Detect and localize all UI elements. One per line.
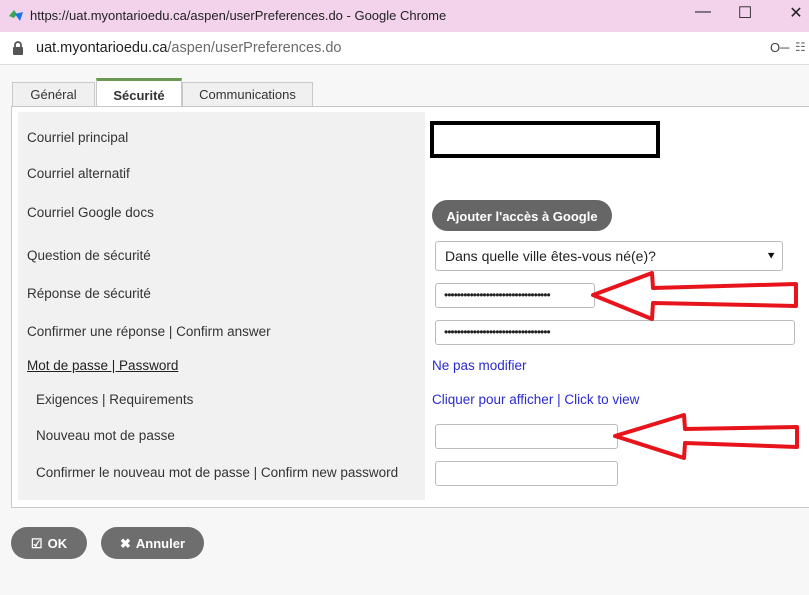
ok-label: OK [47, 536, 68, 551]
security-answer-label: Réponse de sécurité [27, 286, 151, 301]
confirm-new-password-label: Confirmer le nouveau mot de passe | Conf… [36, 465, 399, 480]
new-password-label: Nouveau mot de passe [36, 428, 175, 443]
tab-general[interactable]: Général [12, 82, 95, 106]
primary-email-redacted [430, 121, 660, 158]
tab-communications[interactable]: Communications [182, 82, 313, 106]
primary-email-label: Courriel principal [27, 130, 129, 145]
key-icon[interactable]: O─ [770, 40, 789, 55]
google-docs-email-label: Courriel Google docs [27, 205, 154, 220]
maximize-button[interactable]: ☐ [730, 3, 760, 23]
close-button[interactable]: ✕ [781, 3, 809, 23]
alternate-email-label: Courriel alternatif [27, 166, 130, 181]
url-path: /aspen/userPreferences.do [167, 40, 342, 56]
security-question-label: Question de sécurité [27, 248, 151, 263]
confirm-answer-label: Confirmer une réponse | Confirm answer [27, 324, 271, 339]
add-google-access-button[interactable]: Ajouter l'accès à Google [432, 200, 612, 231]
password-label[interactable]: Mot de passe | Password [27, 358, 178, 373]
confirm-answer-input[interactable]: ••••••••••••••••••••••••••••••••• [435, 320, 795, 345]
checkbox-icon: ☑ [30, 536, 43, 551]
address-bar[interactable]: uat.myontarioedu.ca/aspen/userPreference… [0, 32, 809, 65]
new-password-input[interactable] [435, 424, 618, 449]
minimize-button[interactable]: — [688, 3, 718, 21]
confirm-new-password-input[interactable] [435, 461, 618, 486]
extension-icon[interactable]: ☷ [795, 40, 806, 54]
red-arrow-annotation [591, 271, 798, 321]
security-question-select[interactable]: Dans quelle ville êtes-vous né(e)? ⯆ [435, 241, 783, 271]
tab-securite[interactable]: Sécurité [96, 78, 182, 109]
url-domain: uat.myontarioedu.ca [36, 40, 168, 56]
requirements-label: Exigences | Requirements [36, 392, 194, 407]
red-arrow-annotation [613, 413, 799, 460]
close-icon: ✖ [119, 536, 131, 551]
requirements-view-link[interactable]: Cliquer pour afficher | Click to view [432, 392, 639, 407]
cancel-button[interactable]: ✖ Annuler [101, 527, 204, 559]
security-answer-input[interactable]: ••••••••••••••••••••••••••••••••• [435, 283, 595, 308]
window-titlebar: https://uat.myontarioedu.ca/aspen/userPr… [0, 0, 809, 32]
chevron-down-icon: ⯆ [766, 249, 776, 263]
ok-button[interactable]: ☑ OK [11, 527, 87, 559]
window-title: https://uat.myontarioedu.ca/aspen/userPr… [30, 8, 447, 23]
lock-icon [13, 41, 23, 55]
cancel-label: Annuler [135, 536, 186, 551]
chrome-app-icon [9, 10, 23, 21]
url-text[interactable]: uat.myontarioedu.ca/aspen/userPreference… [36, 40, 342, 56]
security-question-value: Dans quelle ville êtes-vous né(e)? [445, 248, 656, 264]
password-no-change-link[interactable]: Ne pas modifier [432, 358, 527, 373]
